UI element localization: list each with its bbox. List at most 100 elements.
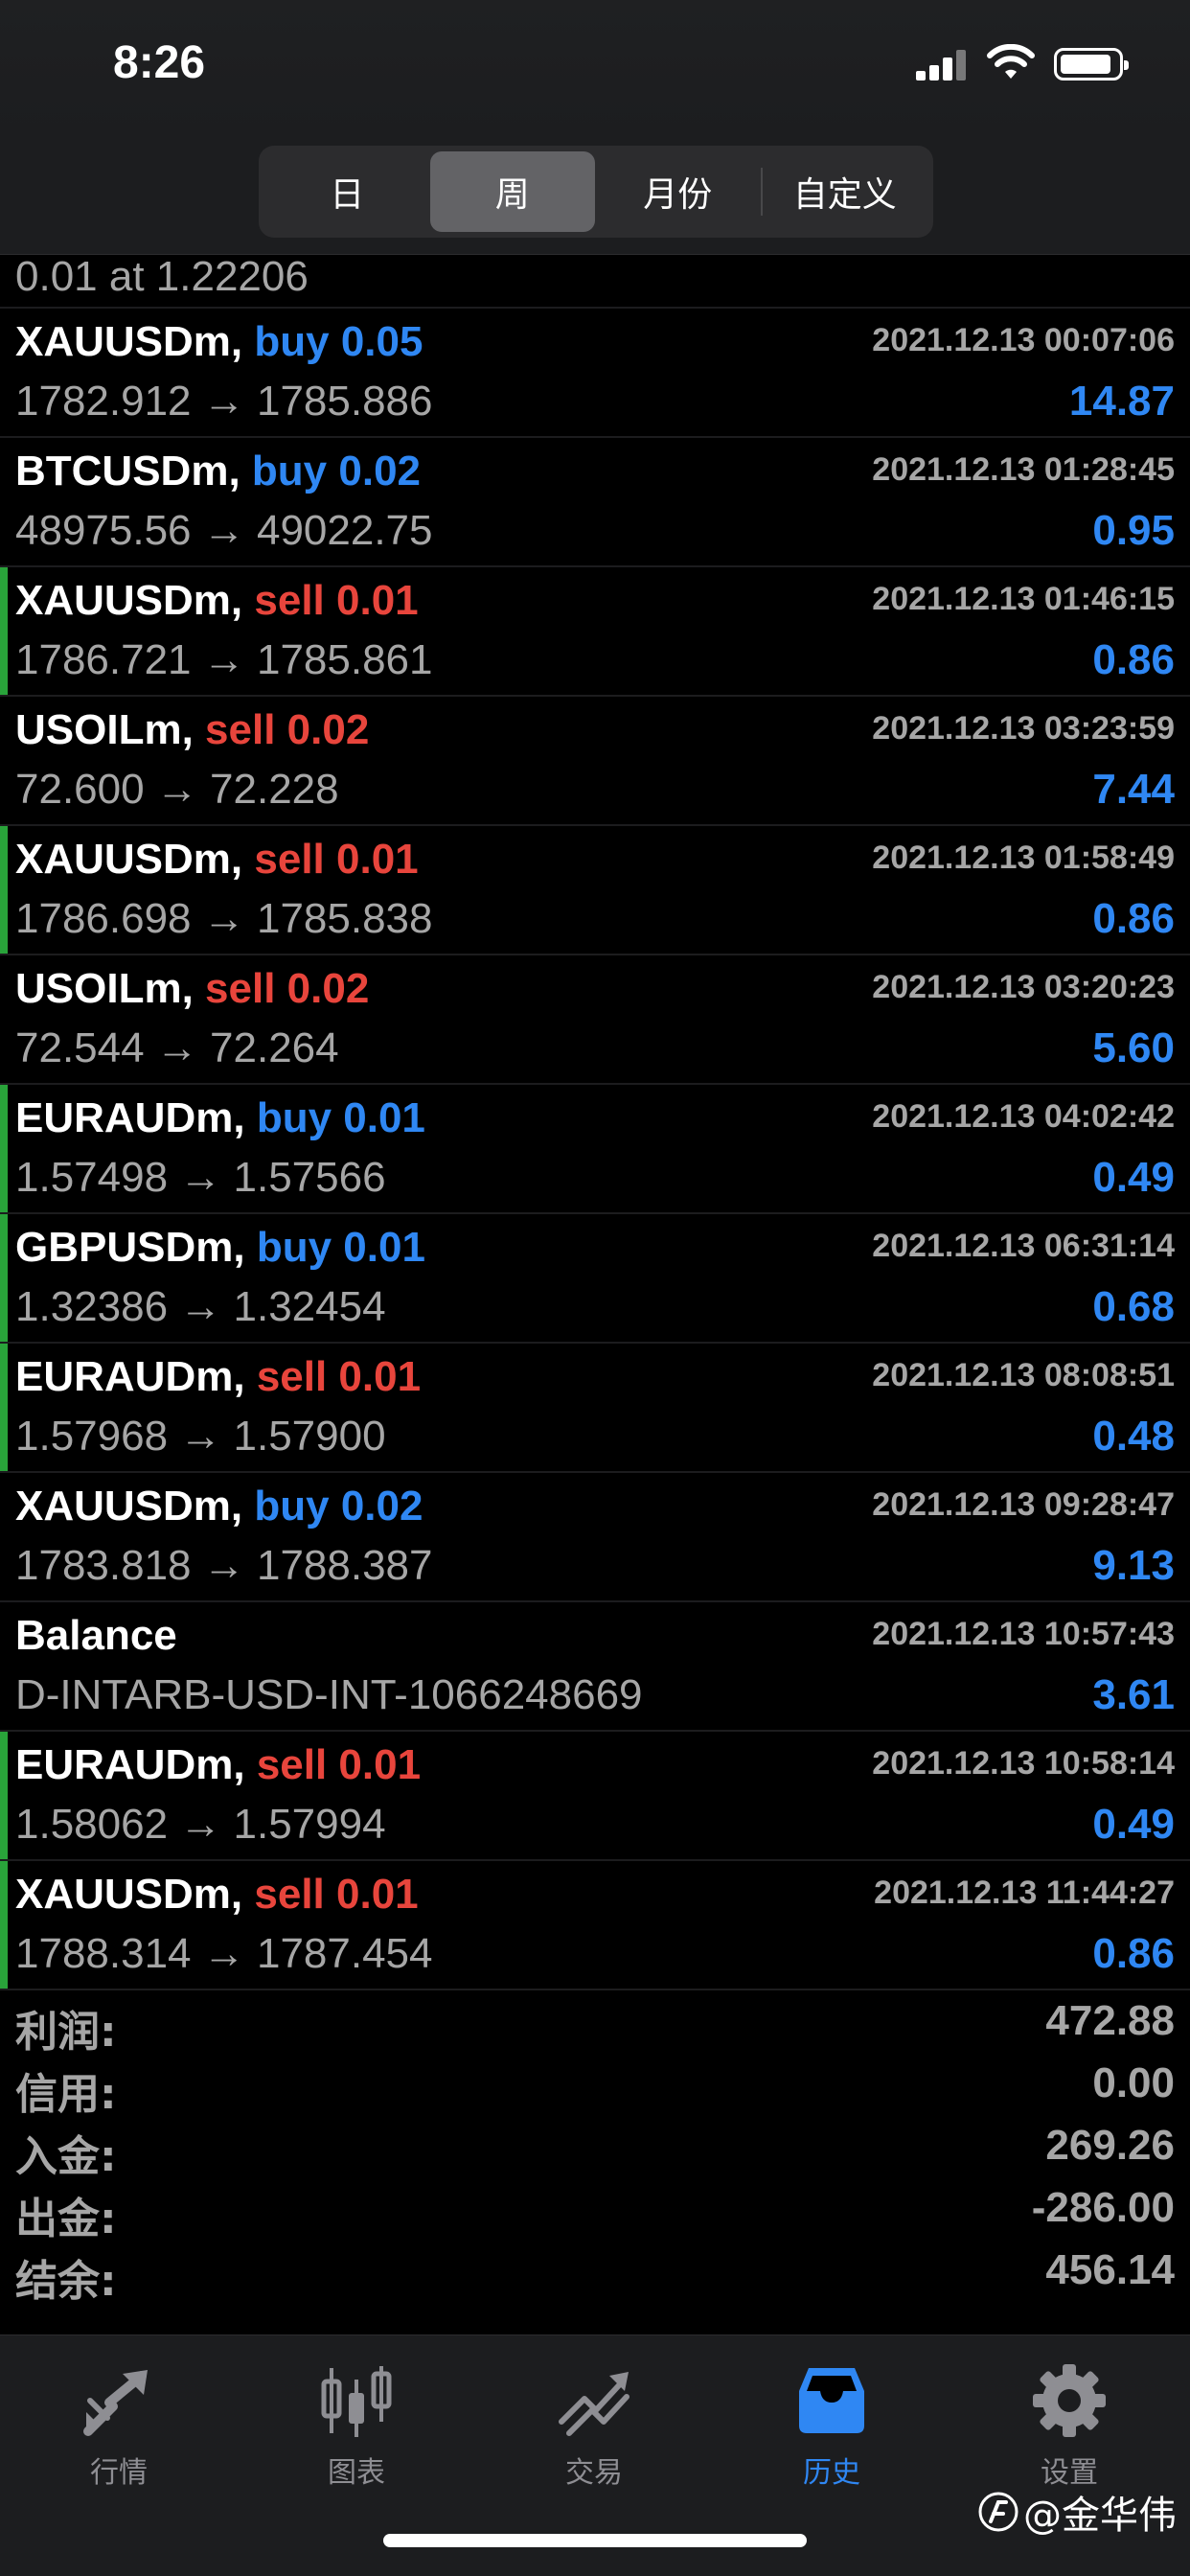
history-row-partial[interactable]: 0.01 at 1.22206 bbox=[0, 253, 1190, 309]
tab-label: 历史 bbox=[803, 2456, 860, 2490]
row-time: 2021.12.13 11:44:27 bbox=[874, 1874, 1175, 1911]
row-side: buy 0.05 bbox=[254, 318, 423, 365]
row-profit: 0.95 bbox=[1092, 507, 1175, 554]
row-title: GBPUSDm, buy 0.01 bbox=[15, 1224, 425, 1272]
quotes-icon bbox=[83, 2370, 148, 2436]
row-time: 2021.12.13 10:57:43 bbox=[872, 1616, 1175, 1652]
period-segmented-control: 日 周 月份 自定义 bbox=[259, 146, 933, 238]
history-row[interactable]: BTCUSDm, buy 0.02 2021.12.13 01:28:45 4897… bbox=[0, 438, 1190, 567]
row-side: buy 0.01 bbox=[256, 1224, 425, 1271]
row-time: 2021.12.13 06:31:14 bbox=[872, 1228, 1175, 1264]
row-symbol: EURAUDm, bbox=[15, 1353, 245, 1400]
history-list: 0.01 at 1.22206 XAUUSDm, buy 0.05 2021.12… bbox=[0, 253, 1190, 1990]
row-symbol: XAUUSDm, bbox=[15, 318, 243, 365]
tab-history[interactable]: 历史 bbox=[713, 2355, 950, 2498]
home-indicator[interactable] bbox=[383, 2534, 807, 2547]
summary-profit: 利润: 472.88 bbox=[0, 1991, 1190, 2057]
summary-credit: 信用: 0.00 bbox=[0, 2054, 1190, 2119]
segment-week[interactable]: 周 bbox=[429, 151, 595, 232]
row-symbol: XAUUSDm, bbox=[15, 1871, 243, 1918]
tab-quotes[interactable]: 行情 bbox=[0, 2355, 238, 2498]
row-profit: 0.86 bbox=[1092, 895, 1175, 942]
row-prices: 1.58062 → 1.57994 bbox=[15, 1801, 386, 1848]
row-time: 2021.12.13 03:23:59 bbox=[872, 710, 1175, 747]
row-prices: 72.544 → 72.264 bbox=[15, 1024, 339, 1071]
tab-settings[interactable]: 设置 bbox=[950, 2355, 1188, 2498]
row-side: buy 0.02 bbox=[254, 1483, 423, 1530]
history-row[interactable]: EURAUDm, sell 0.01 2021.12.13 08:08:51 1.5… bbox=[0, 1344, 1190, 1473]
history-row[interactable]: XAUUSDm, sell 0.01 2021.12.13 01:46:15 178… bbox=[0, 567, 1190, 697]
row-symbol: XAUUSDm, bbox=[15, 836, 243, 883]
row-side: sell 0.01 bbox=[256, 1741, 422, 1788]
tab-label: 交易 bbox=[565, 2456, 623, 2490]
row-title: Balance bbox=[15, 1612, 177, 1660]
settings-icon bbox=[1033, 2364, 1106, 2437]
row-time: 2021.12.13 08:08:51 bbox=[872, 1357, 1175, 1393]
row-time: 2021.12.13 03:20:23 bbox=[872, 969, 1175, 1005]
status-time: 8:26 bbox=[113, 37, 206, 88]
row-time: 2021.12.13 01:46:15 bbox=[872, 581, 1175, 617]
watermark-text: @金华伟 bbox=[1023, 2494, 1177, 2538]
row-prices: 1.57498 → 1.57566 bbox=[15, 1154, 386, 1201]
row-profit: 0.49 bbox=[1092, 1154, 1175, 1201]
row-time: 2021.12.13 01:58:49 bbox=[872, 840, 1175, 876]
row-symbol: USOILm, bbox=[15, 706, 194, 753]
row-title: BTCUSDm, buy 0.02 bbox=[15, 448, 421, 495]
summary-value: 0.00 bbox=[1092, 2059, 1175, 2106]
row-profit: 0.68 bbox=[1092, 1283, 1175, 1330]
row-title: EURAUDm, sell 0.01 bbox=[15, 1353, 421, 1401]
row-symbol: USOILm, bbox=[15, 965, 194, 1012]
row-prices: 1782.912 → 1785.886 bbox=[15, 378, 433, 425]
row-title: EURAUDm, sell 0.01 bbox=[15, 1741, 421, 1789]
segment-day[interactable]: 日 bbox=[264, 151, 430, 232]
row-prices: 72.600 → 72.228 bbox=[15, 766, 339, 813]
header: 日 周 月份 自定义 bbox=[0, 134, 1190, 255]
row-side: buy 0.01 bbox=[256, 1094, 425, 1141]
history-row[interactable]: EURAUDm, sell 0.01 2021.12.13 10:58:14 1.5… bbox=[0, 1732, 1190, 1861]
summary-value: -286.00 bbox=[1031, 2184, 1175, 2231]
history-row[interactable]: GBPUSDm, buy 0.01 2021.12.13 06:31:14 1.32… bbox=[0, 1214, 1190, 1344]
row-symbol: EURAUDm, bbox=[15, 1094, 245, 1141]
tab-label: 图表 bbox=[328, 2456, 385, 2490]
row-prices: 1.32386 → 1.32454 bbox=[15, 1283, 386, 1330]
history-row[interactable]: USOILm, sell 0.02 2021.12.13 03:20:23 72.5… bbox=[0, 955, 1190, 1085]
wifi-icon bbox=[987, 44, 1035, 79]
row-symbol: Balance bbox=[15, 1612, 177, 1659]
row-side: sell 0.01 bbox=[256, 1353, 422, 1400]
row-time: 2021.12.13 10:58:14 bbox=[872, 1745, 1175, 1782]
tab-chart[interactable]: 图表 bbox=[238, 2355, 475, 2498]
row-prices: 1783.818 → 1788.387 bbox=[15, 1542, 433, 1589]
screen: 8:26 日 周 月份 自定义 0.01 at 1.22206 XAUUSDm,… bbox=[0, 0, 1190, 2576]
row-time: 2021.12.13 01:28:45 bbox=[872, 451, 1175, 488]
row-side: sell 0.02 bbox=[205, 965, 370, 1012]
row-time: 2021.12.13 04:02:42 bbox=[872, 1098, 1175, 1135]
history-row[interactable]: XAUUSDm, sell 0.01 2021.12.13 11:44:27 178… bbox=[0, 1861, 1190, 1990]
summary-label: 结余: bbox=[15, 2257, 117, 2306]
watermark: @金华伟 bbox=[977, 2484, 1177, 2540]
history-row[interactable]: XAUUSDm, sell 0.01 2021.12.13 01:58:49 178… bbox=[0, 826, 1190, 955]
tab-trade[interactable]: 交易 bbox=[475, 2355, 713, 2498]
history-icon bbox=[799, 2368, 864, 2433]
history-row[interactable]: USOILm, sell 0.02 2021.12.13 03:23:59 72.6… bbox=[0, 697, 1190, 826]
history-row[interactable]: XAUUSDm, buy 0.05 2021.12.13 00:07:06 1782… bbox=[0, 309, 1190, 438]
row-side: sell 0.01 bbox=[254, 1871, 419, 1918]
segment-custom[interactable]: 自定义 bbox=[763, 151, 928, 232]
row-profit: 0.49 bbox=[1092, 1801, 1175, 1848]
row-title: XAUUSDm, sell 0.01 bbox=[15, 577, 419, 625]
segment-month[interactable]: 月份 bbox=[595, 151, 761, 232]
tab-label: 行情 bbox=[90, 2456, 148, 2490]
row-title: XAUUSDm, sell 0.01 bbox=[15, 1871, 419, 1919]
row-profit: 0.48 bbox=[1092, 1413, 1175, 1460]
row-prices: 48975.56 → 49022.75 bbox=[15, 507, 433, 554]
history-row[interactable]: EURAUDm, buy 0.01 2021.12.13 04:02:42 1.57… bbox=[0, 1085, 1190, 1214]
summary-section: 利润: 472.88 信用: 0.00 入金: 269.26 出金: -286.… bbox=[0, 1991, 1190, 2336]
row-profit: 14.87 bbox=[1068, 378, 1175, 425]
row-profit: 5.60 bbox=[1092, 1024, 1175, 1071]
row-prices: D-INTARB-USD-INT-1066248669 bbox=[15, 1671, 643, 1718]
row-title: XAUUSDm, buy 0.02 bbox=[15, 1483, 423, 1530]
row-title: USOILm, sell 0.02 bbox=[15, 965, 369, 1013]
row-profit: 0.86 bbox=[1092, 636, 1175, 683]
history-row[interactable]: Balance 2021.12.13 10:57:43 D-INTARB-USD-I… bbox=[0, 1602, 1190, 1732]
row-time: 2021.12.13 00:07:06 bbox=[872, 322, 1175, 358]
history-row[interactable]: XAUUSDm, buy 0.02 2021.12.13 09:28:47 1783… bbox=[0, 1473, 1190, 1602]
